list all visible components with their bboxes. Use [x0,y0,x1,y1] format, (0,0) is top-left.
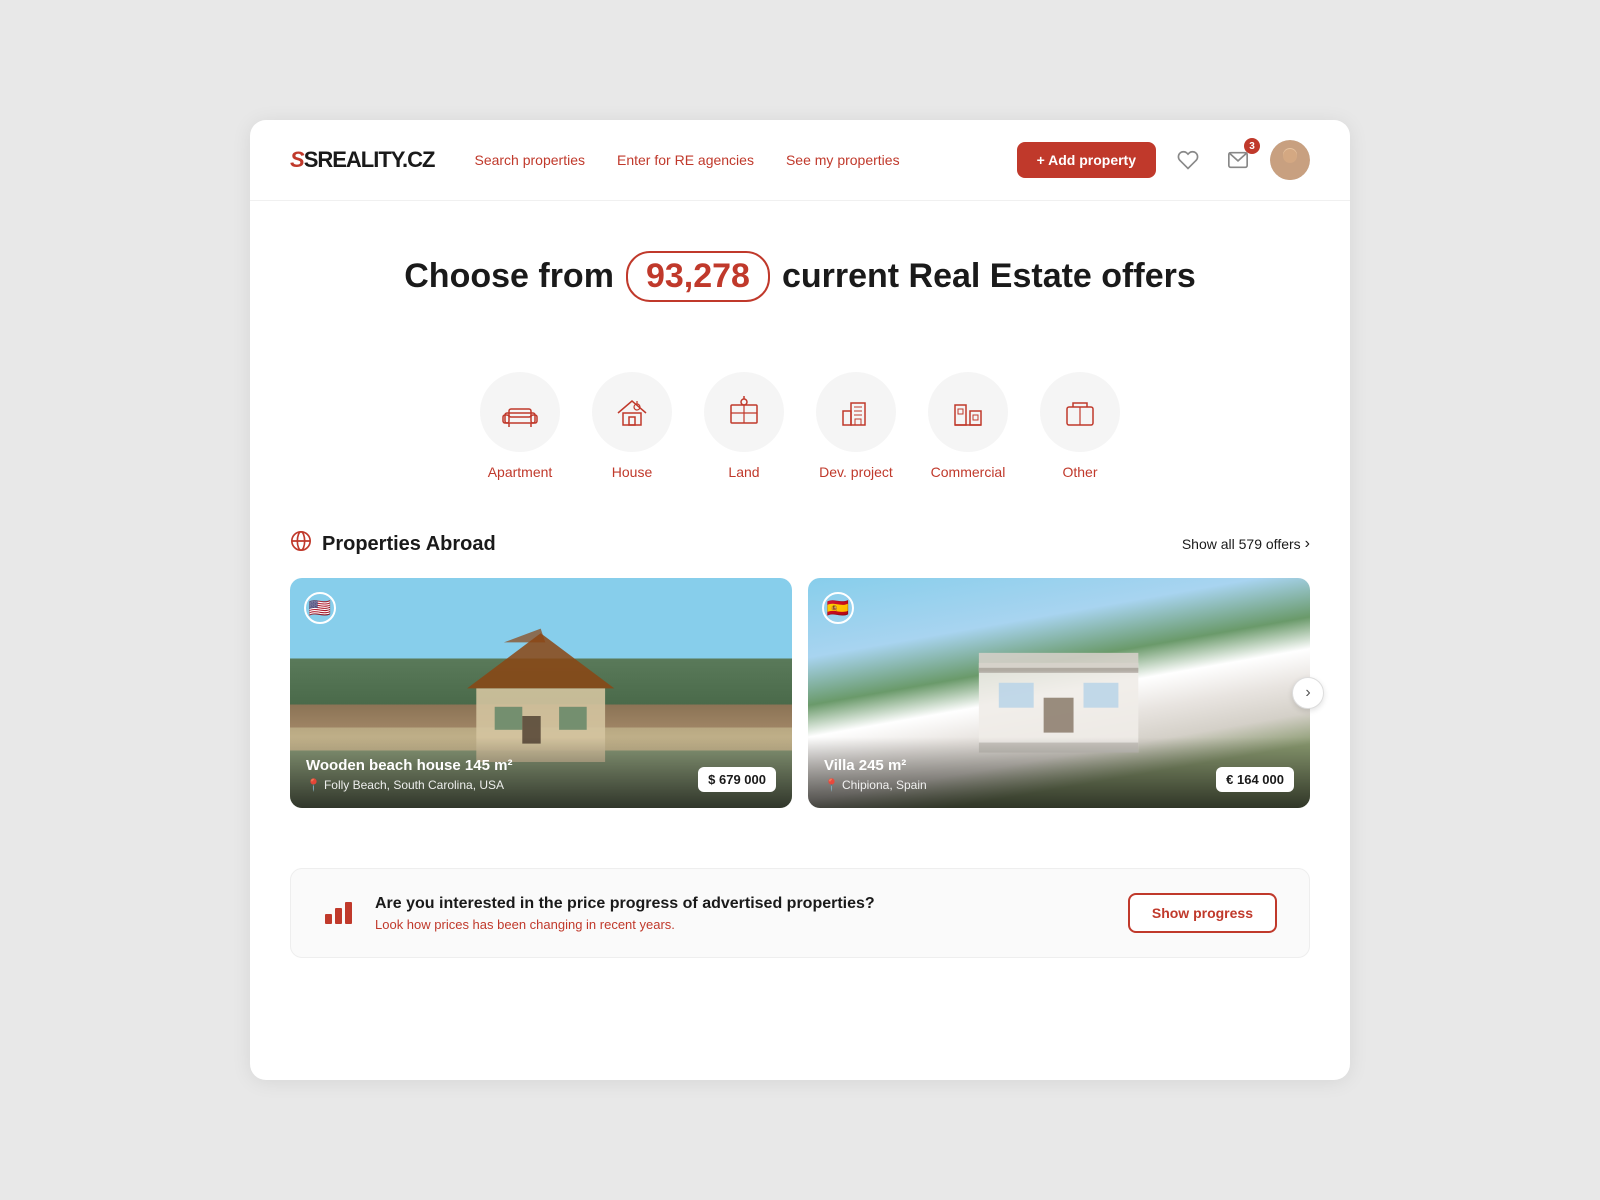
categories-section: Apartment House [250,342,1350,530]
category-label-commercial: Commercial [931,464,1006,480]
banner-subtitle: Look how prices has been changing in rec… [375,917,1108,932]
category-icon-land [704,372,784,452]
chevron-right-icon: › [1305,535,1310,553]
chart-icon [323,894,355,933]
category-icon-devproject [816,372,896,452]
hero-section: Choose from 93,278 current Real Estate o… [250,201,1350,342]
card-overlay-1: Wooden beach house 145 m² 📍 Folly Beach,… [290,737,792,808]
category-label-land: Land [728,464,759,480]
card-overlay-2: Villa 245 m² 📍 Chipiona, Spain € 164 000 [808,737,1310,808]
show-progress-button[interactable]: Show progress [1128,893,1277,933]
properties-grid: 🇺🇸 Wooden beach house 145 m² 📍 Folly Bea… [290,578,1310,808]
mail-icon [1227,149,1249,171]
properties-abroad-section: Properties Abroad Show all 579 offers › [250,530,1350,848]
category-land[interactable]: Land [704,372,784,480]
land-icon [725,393,763,431]
category-label-house: House [612,464,652,480]
category-icon-house [592,372,672,452]
logo[interactable]: SSREALITY.CZ [290,147,434,173]
category-label-devproject: Dev. project [819,464,893,480]
show-all-link[interactable]: Show all 579 offers › [1182,535,1310,553]
card-price-2: € 164 000 [1216,767,1294,792]
avatar[interactable] [1270,140,1310,180]
category-commercial[interactable]: Commercial [928,372,1008,480]
commercial-icon [949,393,987,431]
category-icon-other [1040,372,1120,452]
globe-icon [290,530,312,558]
card-title-1: Wooden beach house 145 m² [306,757,512,774]
section-title: Properties Abroad [290,530,496,558]
progress-banner: Are you interested in the price progress… [290,868,1310,958]
category-icon-apartment [480,372,560,452]
hero-prefix: Choose from [404,257,614,296]
bar-chart-icon [323,894,355,926]
main-container: SSREALITY.CZ Search properties Enter for… [250,120,1350,1080]
pin-icon-1: 📍 [306,778,321,792]
property-card-1[interactable]: 🇺🇸 Wooden beach house 145 m² 📍 Folly Bea… [290,578,792,808]
nav-my-properties[interactable]: See my properties [786,152,900,168]
nav-search[interactable]: Search properties [474,152,585,168]
category-dev-project[interactable]: Dev. project [816,372,896,480]
category-apartment[interactable]: Apartment [480,372,560,480]
card-title-2: Villa 245 m² [824,757,927,774]
pin-icon-2: 📍 [824,778,839,792]
devproject-icon [837,393,875,431]
messages-button-wrap: 3 [1220,142,1256,178]
hero-title: Choose from 93,278 current Real Estate o… [290,251,1310,302]
category-label-apartment: Apartment [488,464,553,480]
card-info-2: Villa 245 m² 📍 Chipiona, Spain [824,757,927,792]
avatar-image [1270,140,1310,180]
sofa-icon [501,393,539,431]
next-arrow[interactable]: › [1292,677,1324,709]
category-label-other: Other [1062,464,1097,480]
house-icon [613,393,651,431]
category-other[interactable]: Other [1040,372,1120,480]
category-icon-commercial [928,372,1008,452]
property-card-2[interactable]: 🇪🇸 Villa 245 m² 📍 Chipiona, Spain € 164 … [808,578,1310,808]
header: SSREALITY.CZ Search properties Enter for… [250,120,1350,201]
header-actions: + Add property 3 [1017,140,1310,180]
section-title-text: Properties Abroad [322,533,496,556]
flag-1: 🇺🇸 [304,592,336,624]
card-location-2: 📍 Chipiona, Spain [824,778,927,792]
add-property-button[interactable]: + Add property [1017,142,1156,178]
heart-icon [1177,149,1199,171]
card-location-1: 📍 Folly Beach, South Carolina, USA [306,778,512,792]
message-badge: 3 [1244,138,1260,154]
hero-count: 93,278 [626,251,770,302]
other-icon [1061,393,1099,431]
card-price-1: $ 679 000 [698,767,776,792]
main-nav: Search properties Enter for RE agencies … [474,152,1016,168]
card-info-1: Wooden beach house 145 m² 📍 Folly Beach,… [306,757,512,792]
nav-agencies[interactable]: Enter for RE agencies [617,152,754,168]
hero-suffix: current Real Estate offers [782,257,1196,296]
banner-text: Are you interested in the price progress… [375,895,1108,932]
banner-title: Are you interested in the price progress… [375,895,1108,913]
favorites-button[interactable] [1170,142,1206,178]
category-house[interactable]: House [592,372,672,480]
section-header: Properties Abroad Show all 579 offers › [290,530,1310,558]
flag-2: 🇪🇸 [822,592,854,624]
